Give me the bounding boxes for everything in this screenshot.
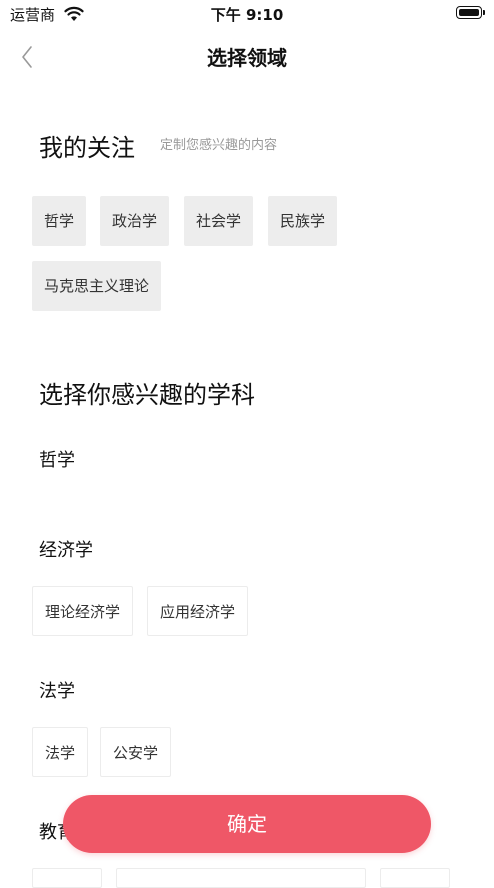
subject-tag-applied-economics[interactable]: 应用经济学 bbox=[147, 586, 249, 636]
choose-title: 选择你感兴趣的学科 bbox=[39, 381, 255, 409]
following-tag-political-science[interactable]: 政治学 bbox=[100, 196, 170, 246]
subject-tag-law[interactable]: 法学 bbox=[32, 727, 89, 777]
following-subtitle: 定制您感兴趣的内容 bbox=[160, 138, 278, 153]
following-tag-ethnology[interactable]: 民族学 bbox=[268, 196, 338, 246]
subject-heading-law: 法学 bbox=[39, 681, 75, 702]
subject-tag-public-security[interactable]: 公安学 bbox=[100, 727, 172, 777]
page-title: 选择领域 bbox=[207, 46, 287, 70]
following-tag-marxism[interactable]: 马克思主义理论 bbox=[32, 261, 162, 311]
status-time: 下午 9:10 bbox=[210, 6, 284, 24]
subject-heading-philosophy: 哲学 bbox=[39, 450, 75, 471]
following-tag-philosophy[interactable]: 哲学 bbox=[32, 196, 87, 246]
battery-icon bbox=[456, 6, 485, 19]
confirm-button[interactable]: 确定 bbox=[63, 795, 431, 853]
nav-bar: 选择领域 bbox=[0, 34, 494, 78]
subject-heading-economics: 经济学 bbox=[39, 540, 93, 561]
subject-tag-theoretical-economics[interactable]: 理论经济学 bbox=[32, 586, 134, 636]
subject-tag-partial[interactable] bbox=[380, 868, 450, 888]
subject-tag-partial[interactable] bbox=[116, 868, 366, 888]
status-bar: 运营商 下午 9:10 bbox=[0, 0, 494, 28]
following-tag-sociology[interactable]: 社会学 bbox=[184, 196, 254, 246]
following-title: 我的关注 bbox=[39, 134, 135, 162]
subject-tag-partial[interactable] bbox=[32, 868, 102, 888]
